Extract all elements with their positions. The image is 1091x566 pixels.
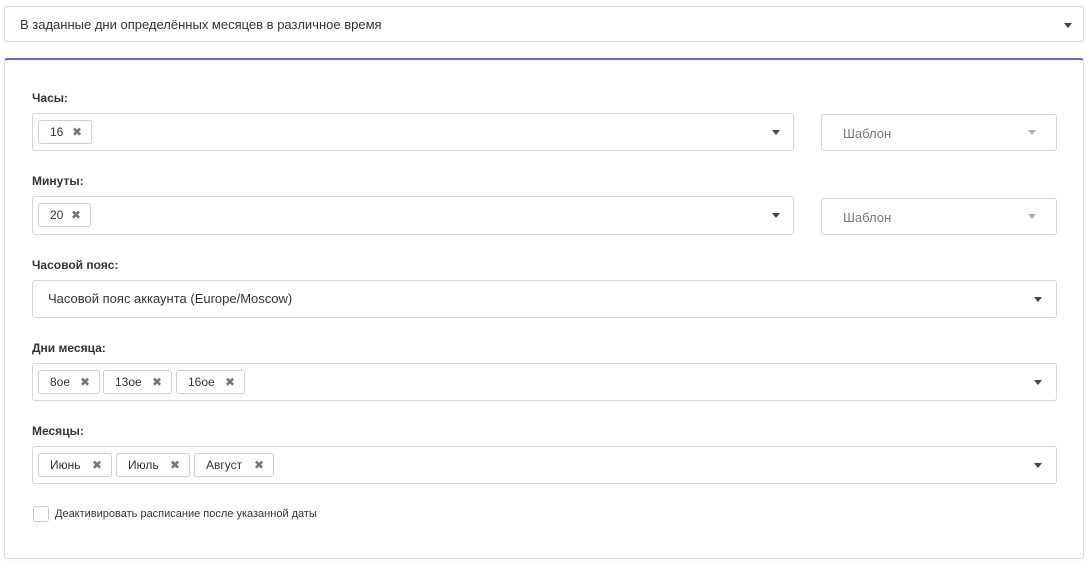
months-chip-label: Август (206, 458, 243, 472)
hours-multiselect[interactable]: 16 ✖ (32, 113, 794, 151)
days-label: Дни месяца: (32, 341, 106, 355)
chevron-down-icon (1064, 23, 1072, 28)
chevron-down-icon (1028, 214, 1036, 219)
remove-icon[interactable]: ✖ (254, 454, 264, 476)
deactivate-label[interactable]: Деактивировать расписание после указанно… (55, 508, 317, 520)
months-chip: Июнь ✖ (38, 453, 112, 477)
chevron-down-icon (1028, 130, 1036, 135)
chevron-down-icon (1034, 380, 1042, 385)
minutes-template-select[interactable]: Шаблон (821, 198, 1057, 235)
hours-chip: 16 ✖ (38, 120, 92, 144)
remove-icon[interactable]: ✖ (225, 371, 235, 393)
months-label: Месяцы: (32, 424, 84, 438)
hours-template-select[interactable]: Шаблон (821, 114, 1057, 151)
minutes-template-placeholder: Шаблон (843, 210, 892, 225)
months-chip: Август ✖ (194, 453, 274, 477)
deactivate-checkbox[interactable] (33, 506, 49, 522)
days-multiselect[interactable]: 8ое ✖ 13ое ✖ 16ое ✖ (32, 363, 1057, 401)
months-chip-label: Июнь (50, 458, 81, 472)
minutes-label: Минуты: (32, 174, 84, 188)
minutes-chip-label: 20 (50, 208, 64, 222)
remove-icon[interactable]: ✖ (72, 121, 82, 143)
days-chip-label: 8ое (50, 375, 71, 389)
days-chip-label: 13ое (115, 375, 142, 389)
timezone-label: Часовой пояс: (32, 258, 119, 272)
schedule-settings-panel: Часы: 16 ✖ Шаблон Минуты: 20 ✖ Шаблон Ча… (4, 58, 1084, 559)
hours-chip-label: 16 (50, 125, 64, 139)
chevron-down-icon (772, 213, 780, 218)
chevron-down-icon (1034, 463, 1042, 468)
days-chip: 8ое ✖ (38, 370, 100, 394)
months-chip-label: Июль (128, 458, 159, 472)
remove-icon[interactable]: ✖ (92, 454, 102, 476)
hours-label: Часы: (32, 91, 69, 105)
months-multiselect[interactable]: Июнь ✖ Июль ✖ Август ✖ (32, 446, 1057, 484)
chevron-down-icon (1034, 297, 1042, 302)
remove-icon[interactable]: ✖ (71, 204, 81, 226)
days-chip-label: 16ое (188, 375, 215, 389)
months-chip: Июль ✖ (116, 453, 190, 477)
days-chip: 16ое ✖ (176, 370, 245, 394)
days-chip: 13ое ✖ (103, 370, 172, 394)
remove-icon[interactable]: ✖ (152, 371, 162, 393)
hours-template-placeholder: Шаблон (843, 126, 892, 141)
remove-icon[interactable]: ✖ (80, 371, 90, 393)
chevron-down-icon (772, 130, 780, 135)
timezone-select[interactable]: Часовой пояс аккаунта (Europe/Moscow) (32, 280, 1057, 318)
schedule-type-select[interactable]: В заданные дни определённых месяцев в ра… (4, 6, 1084, 42)
minutes-multiselect[interactable]: 20 ✖ (32, 196, 794, 235)
minutes-chip: 20 ✖ (38, 203, 91, 227)
timezone-value: Часовой пояс аккаунта (Europe/Moscow) (48, 291, 293, 306)
schedule-type-value: В заданные дни определённых месяцев в ра… (20, 17, 382, 32)
remove-icon[interactable]: ✖ (170, 454, 180, 476)
